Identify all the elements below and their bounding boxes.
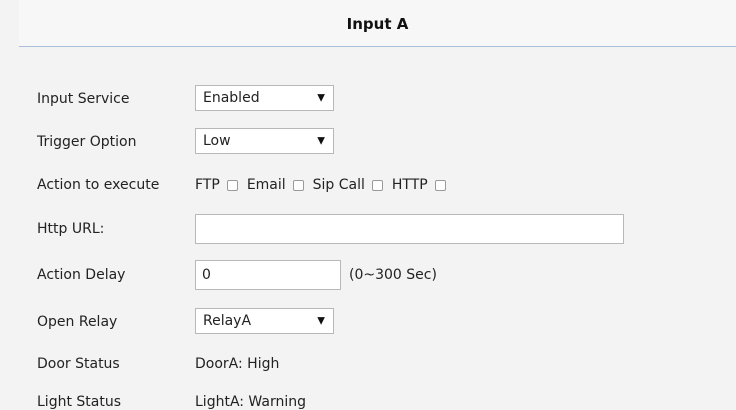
action-checkbox-group: FTP Email Sip Call HTTP: [195, 177, 455, 193]
action-delay-hint: (0~300 Sec): [349, 267, 437, 283]
action-sip-call: Sip Call: [313, 177, 383, 193]
open-relay-label: Open Relay: [37, 314, 118, 330]
trigger-option-row: Trigger Option Low ▼: [37, 128, 727, 156]
action-http: HTTP: [392, 177, 446, 193]
trigger-option-label: Trigger Option: [37, 134, 137, 150]
action-delay-row: Action Delay (0~300 Sec): [37, 260, 727, 290]
dropdown-arrow-icon: ▼: [317, 135, 325, 147]
input-service-value: Enabled: [203, 90, 260, 106]
door-status-label: Door Status: [37, 356, 120, 372]
ftp-checkbox[interactable]: [226, 179, 238, 191]
light-status-row: Light Status LightA: Warning: [37, 388, 727, 410]
action-email: Email: [247, 177, 304, 193]
light-status-value: LightA: Warning: [195, 394, 306, 410]
action-delay-input[interactable]: [195, 260, 341, 290]
action-to-execute-row: Action to execute FTP Email Sip Call HTT…: [37, 171, 727, 199]
door-status-value: DoorA: High: [195, 356, 280, 372]
http-url-input[interactable]: [195, 214, 624, 244]
action-ftp-label: FTP: [195, 177, 220, 193]
input-service-label: Input Service: [37, 91, 130, 107]
action-http-label: HTTP: [391, 177, 428, 193]
panel-title: Input A: [346, 15, 409, 33]
light-status-label: Light Status: [37, 394, 121, 410]
action-to-execute-label: Action to execute: [37, 177, 160, 193]
trigger-option-value: Low: [203, 133, 231, 149]
panel-header: Input A: [19, 0, 736, 47]
http-url-label: Http URL:: [37, 221, 105, 237]
dropdown-arrow-icon: ▼: [317, 315, 325, 327]
email-checkbox[interactable]: [292, 179, 304, 191]
trigger-option-select[interactable]: Low ▼: [195, 128, 334, 154]
door-status-row: Door Status DoorA: High: [37, 350, 727, 378]
input-service-select[interactable]: Enabled ▼: [195, 85, 334, 111]
action-sip-call-label: Sip Call: [312, 177, 365, 193]
action-delay-label: Action Delay: [37, 267, 126, 283]
action-ftp: FTP: [195, 177, 238, 193]
dropdown-arrow-icon: ▼: [317, 92, 325, 104]
http-url-row: Http URL:: [37, 214, 727, 244]
input-service-row: Input Service Enabled ▼: [37, 85, 727, 113]
open-relay-select[interactable]: RelayA ▼: [195, 308, 334, 334]
open-relay-value: RelayA: [203, 313, 252, 329]
sip-call-checkbox[interactable]: [371, 179, 383, 191]
action-email-label: Email: [246, 177, 286, 193]
http-checkbox[interactable]: [434, 179, 446, 191]
open-relay-row: Open Relay RelayA ▼: [37, 308, 727, 336]
